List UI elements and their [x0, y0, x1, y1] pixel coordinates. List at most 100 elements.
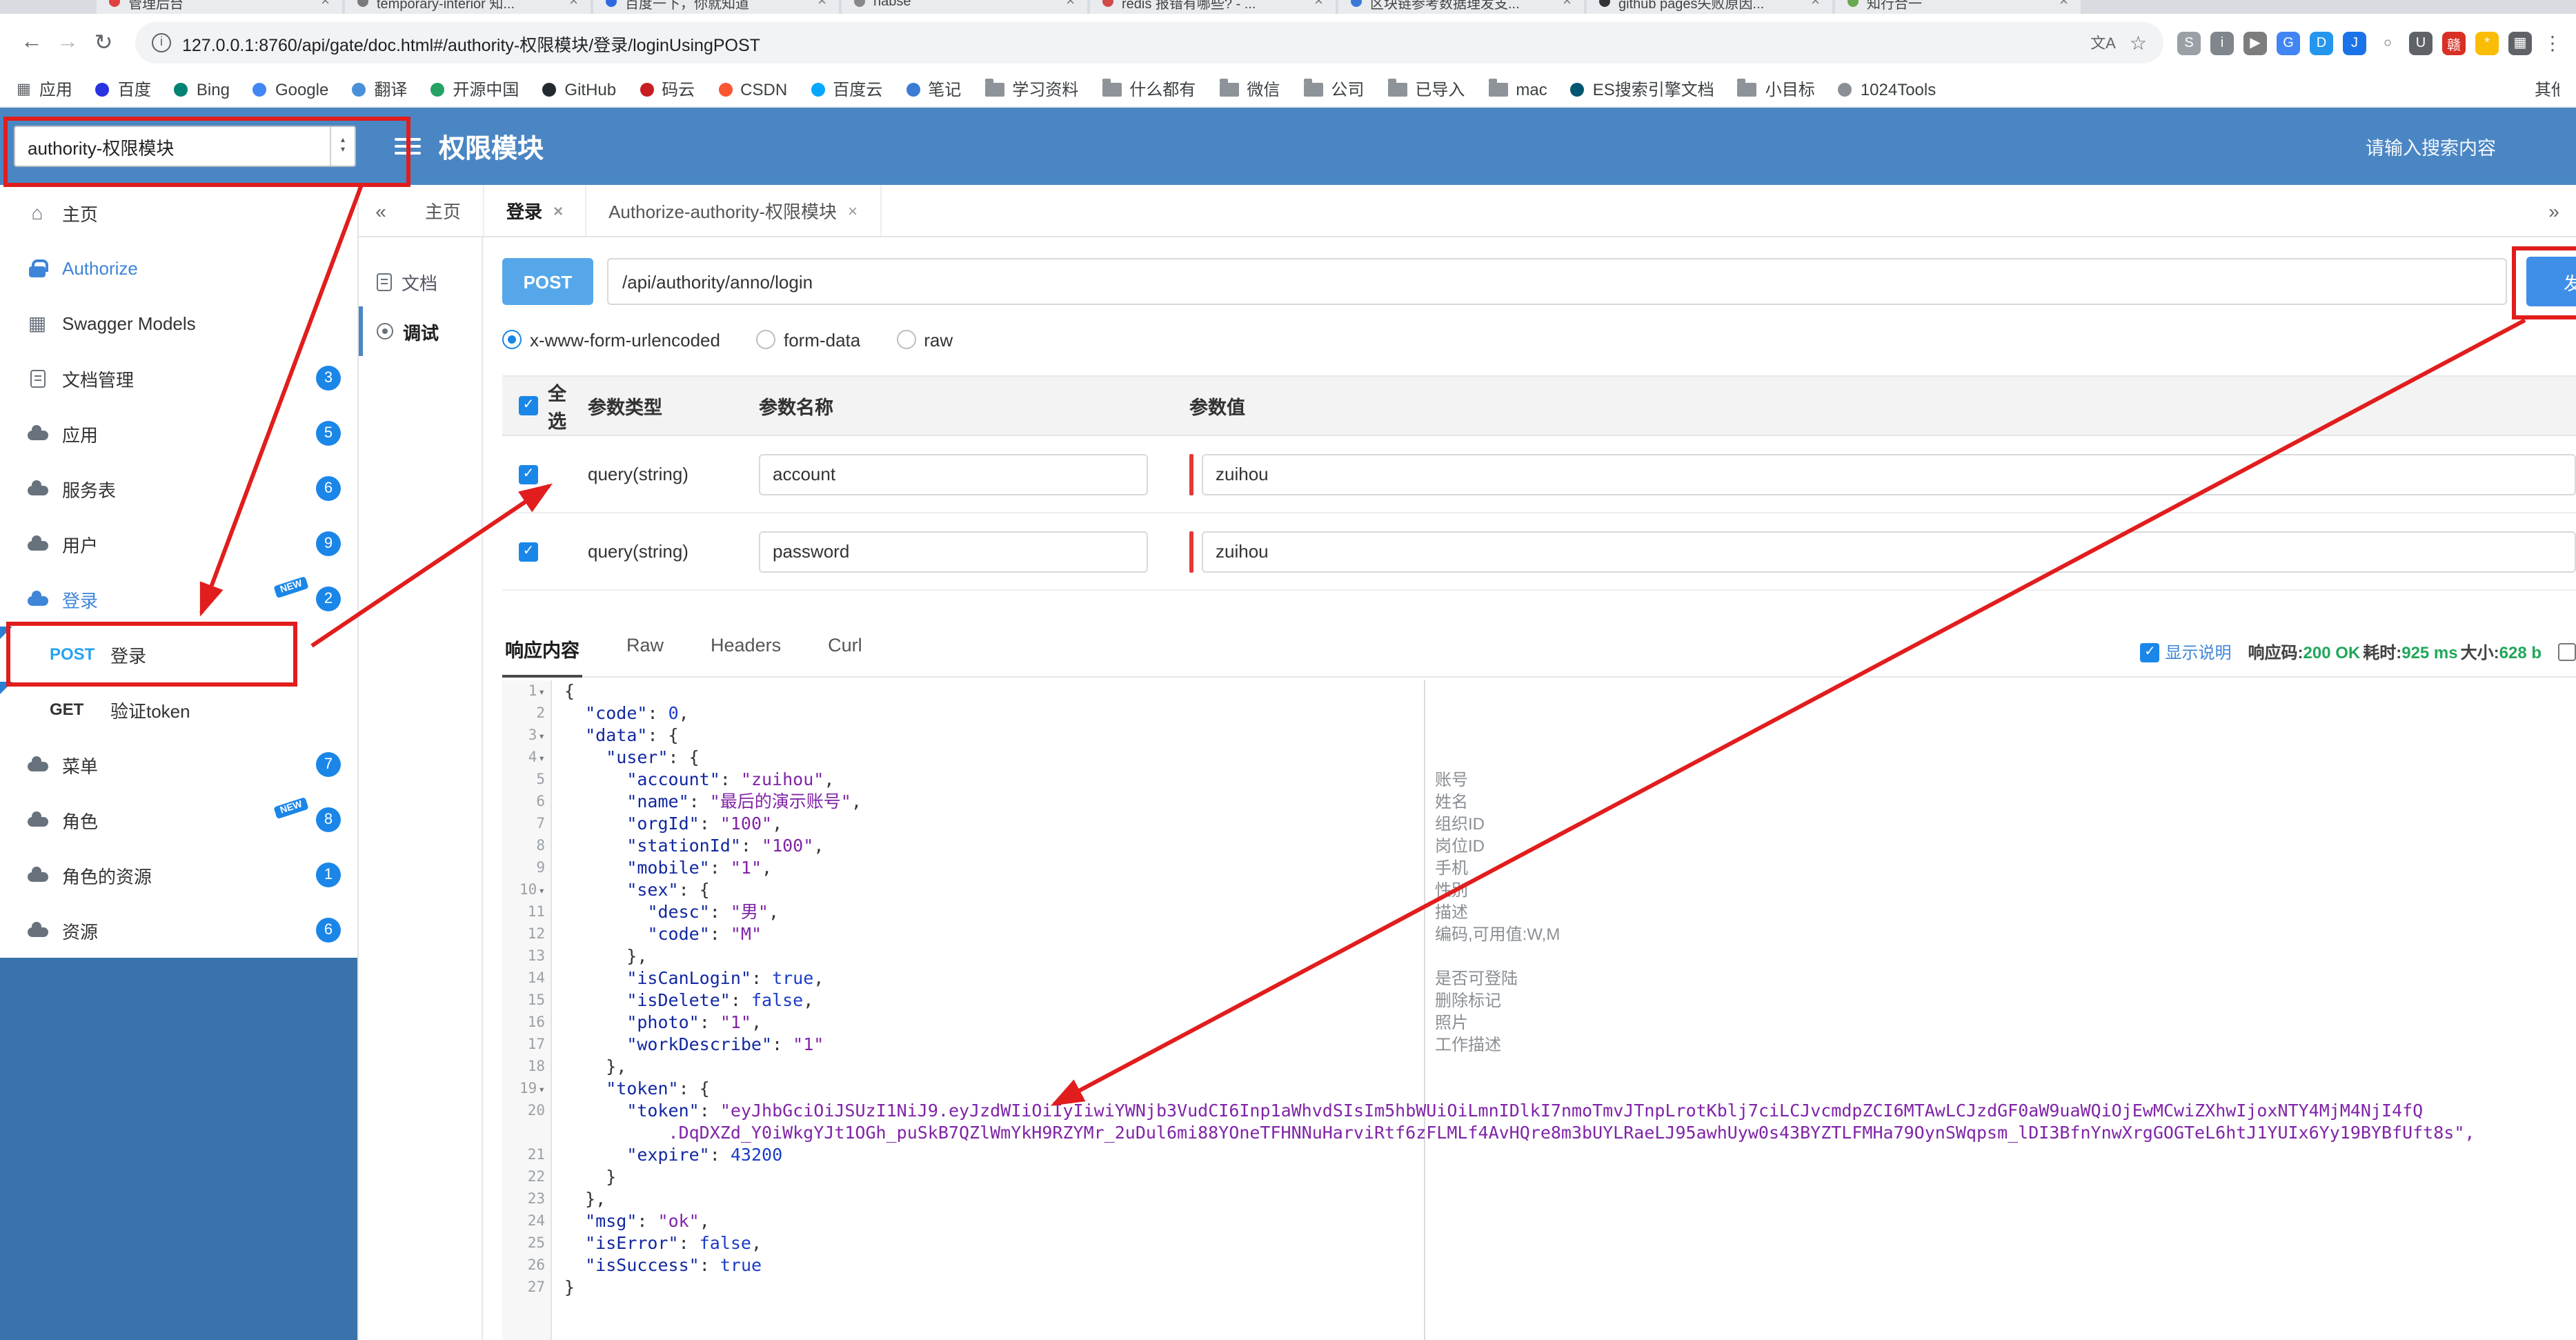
bookmark-item[interactable]: 已导入 — [1387, 77, 1465, 101]
bookmark-item[interactable]: 笔记 — [906, 77, 961, 101]
fold-icon[interactable]: ▾ — [538, 730, 545, 742]
sidebar-api-item[interactable]: GET 验证token — [0, 682, 357, 737]
browser-tab[interactable]: redis 报错有哪些? - ... × — [1090, 0, 1336, 14]
sidebar-item[interactable]: ▦ Swagger Models — [0, 295, 357, 351]
param-name-input[interactable] — [759, 453, 1148, 495]
param-checkbox[interactable]: ✓ — [519, 464, 538, 484]
param-checkbox[interactable]: ✓ — [519, 542, 538, 561]
tab-close-icon[interactable]: × — [2059, 0, 2068, 10]
collapse-tabs-icon[interactable]: « — [359, 185, 403, 236]
jpg-extension-icon[interactable]: J — [2343, 31, 2366, 55]
nav-item-doc[interactable]: 文档 — [359, 257, 482, 306]
ring-extension-icon[interactable]: ○ — [2376, 31, 2399, 55]
google-extension-icon[interactable]: G — [2277, 31, 2300, 55]
reload-button[interactable]: ↻ — [86, 29, 121, 57]
bookmark-item[interactable]: 百度 — [95, 77, 151, 101]
browser-tab[interactable]: temporary-interior 知... × — [345, 0, 591, 14]
fold-icon[interactable]: ▾ — [538, 1083, 545, 1096]
tab-close-icon[interactable]: × — [553, 201, 563, 220]
screenshot-extension-icon[interactable]: S — [2177, 31, 2201, 55]
bookmark-item[interactable]: CSDN — [718, 79, 787, 99]
hanzi-extension-icon[interactable]: 赣 — [2442, 31, 2466, 55]
tab-close-icon[interactable]: × — [848, 201, 858, 220]
response-tab[interactable]: Curl — [825, 624, 865, 676]
forward-button[interactable]: → — [50, 30, 86, 55]
bookmark-item[interactable]: 公司 — [1303, 77, 1364, 101]
bookmark-item[interactable]: Bing — [174, 79, 230, 99]
sidebar-item[interactable]: 角色 NEW 8 — [0, 792, 357, 847]
browser-tab[interactable]: 区块链参考数据理发支... × — [1338, 0, 1584, 14]
translate-icon[interactable]: 文A — [2090, 32, 2116, 54]
radio-icon[interactable] — [755, 330, 775, 349]
project-select[interactable]: authority-权限模块 ▴ ▾ — [14, 126, 356, 167]
show-desc-checkbox[interactable]: ✓ — [2140, 642, 2160, 662]
bookmark-item[interactable]: ES搜索引擎文档 — [1570, 77, 1714, 101]
page-info-icon[interactable]: i — [152, 33, 171, 52]
send-button[interactable]: 发送 — [2526, 257, 2576, 306]
sidebar-item[interactable]: Authorize — [0, 240, 357, 295]
menu-toggle-icon[interactable] — [395, 138, 421, 155]
fold-icon[interactable]: ▾ — [538, 885, 545, 897]
bookmark-item[interactable]: 翻译 — [352, 77, 407, 101]
browser-tab[interactable]: 管理后台 × — [97, 0, 342, 14]
sidebar-item[interactable]: 用户 9 — [0, 516, 357, 571]
sidebar-item[interactable]: 登录 NEW 2 — [0, 571, 357, 627]
response-tab[interactable]: 响应内容 — [502, 624, 582, 678]
bookmark-item[interactable]: 1024Tools — [1838, 79, 1936, 99]
sidebar-item[interactable]: 资源 6 — [0, 903, 357, 958]
url-bar[interactable]: i 127.0.0.1:8760/api/gate/doc.html#/auth… — [135, 22, 2163, 63]
shield-extension-icon[interactable]: U — [2409, 31, 2433, 55]
content-type-option[interactable]: raw — [896, 329, 953, 350]
star-extension-icon[interactable]: * — [2475, 31, 2499, 55]
bookmark-item[interactable]: Google — [252, 79, 328, 99]
bookmark-item[interactable]: 微信 — [1219, 77, 1280, 101]
back-button[interactable]: ← — [14, 30, 50, 55]
nav-item-debug[interactable]: 调试 — [359, 306, 482, 356]
sidebar-item[interactable]: 应用 5 — [0, 406, 357, 461]
bookmark-item[interactable]: mac — [1488, 78, 1547, 99]
tab-close-icon[interactable]: × — [1811, 0, 1820, 10]
response-tab[interactable]: Raw — [624, 624, 666, 676]
tab-close-icon[interactable]: × — [1314, 0, 1323, 10]
param-value-input[interactable] — [1202, 453, 2576, 495]
sidebar-item[interactable]: 文档管理 3 — [0, 351, 357, 406]
bookmark-item[interactable]: GitHub — [542, 79, 616, 99]
tab-close-icon[interactable]: × — [569, 0, 578, 10]
bookmark-item[interactable]: ▦ 应用 — [17, 77, 72, 101]
browser-menu-icon[interactable]: ⋮ — [2543, 31, 2562, 55]
browser-tab[interactable]: habse × — [842, 0, 1087, 14]
fullscreen-icon[interactable] — [2558, 643, 2576, 661]
bookmark-item[interactable]: 百度云 — [811, 77, 882, 101]
bookmark-star-icon[interactable]: ☆ — [2130, 31, 2147, 55]
response-tab[interactable]: Headers — [708, 624, 784, 676]
bookmark-item[interactable]: 码云 — [640, 77, 695, 101]
document-tab[interactable]: 主页 — [403, 185, 485, 236]
content-type-option[interactable]: form-data — [755, 329, 860, 350]
tab-close-icon[interactable]: × — [1563, 0, 1572, 10]
info-extension-icon[interactable]: i — [2210, 31, 2234, 55]
docker-extension-icon[interactable]: D — [2310, 31, 2333, 55]
sidebar-item[interactable]: ⌂ 主页 — [0, 185, 357, 240]
browser-tab[interactable]: 百度一下，你就知道 × — [593, 0, 839, 14]
fold-icon[interactable]: ▾ — [538, 752, 545, 765]
bookmark-item[interactable]: 学习资料 — [984, 77, 1078, 101]
bookmark-item[interactable]: 小目标 — [1737, 77, 1815, 101]
bookmark-item[interactable]: 其他书签 — [2535, 77, 2559, 101]
tab-close-icon[interactable]: × — [321, 0, 330, 10]
header-search-input[interactable]: 请输入搜索内容 — [2366, 132, 2496, 160]
request-url-input[interactable] — [607, 258, 2507, 305]
browser-tab[interactable]: 知行合一 × — [1835, 0, 2081, 14]
select-all-checkbox[interactable]: ✓ — [519, 396, 538, 415]
grid-extension-icon[interactable]: ▦ — [2508, 31, 2532, 55]
response-editor[interactable]: 1 ▾{2 "code": 0, 3 ▾ "data": {4 ▾ "user": {5… — [502, 680, 2576, 1340]
document-tab[interactable]: 登录 × — [484, 185, 587, 236]
browser-tab[interactable]: github pages失败原因... × — [1587, 0, 1832, 14]
param-value-input[interactable] — [1202, 531, 2576, 572]
sidebar-item[interactable]: 服务表 6 — [0, 461, 357, 516]
radio-icon[interactable] — [896, 330, 916, 349]
fold-icon[interactable]: ▾ — [538, 686, 545, 698]
bookmark-item[interactable]: 开源中国 — [430, 77, 519, 101]
sidebar-item[interactable]: 菜单 7 — [0, 737, 357, 792]
bookmark-item[interactable]: 什么都有 — [1102, 77, 1196, 101]
document-tab[interactable]: Authorize-authority-权限模块 × — [586, 185, 882, 236]
